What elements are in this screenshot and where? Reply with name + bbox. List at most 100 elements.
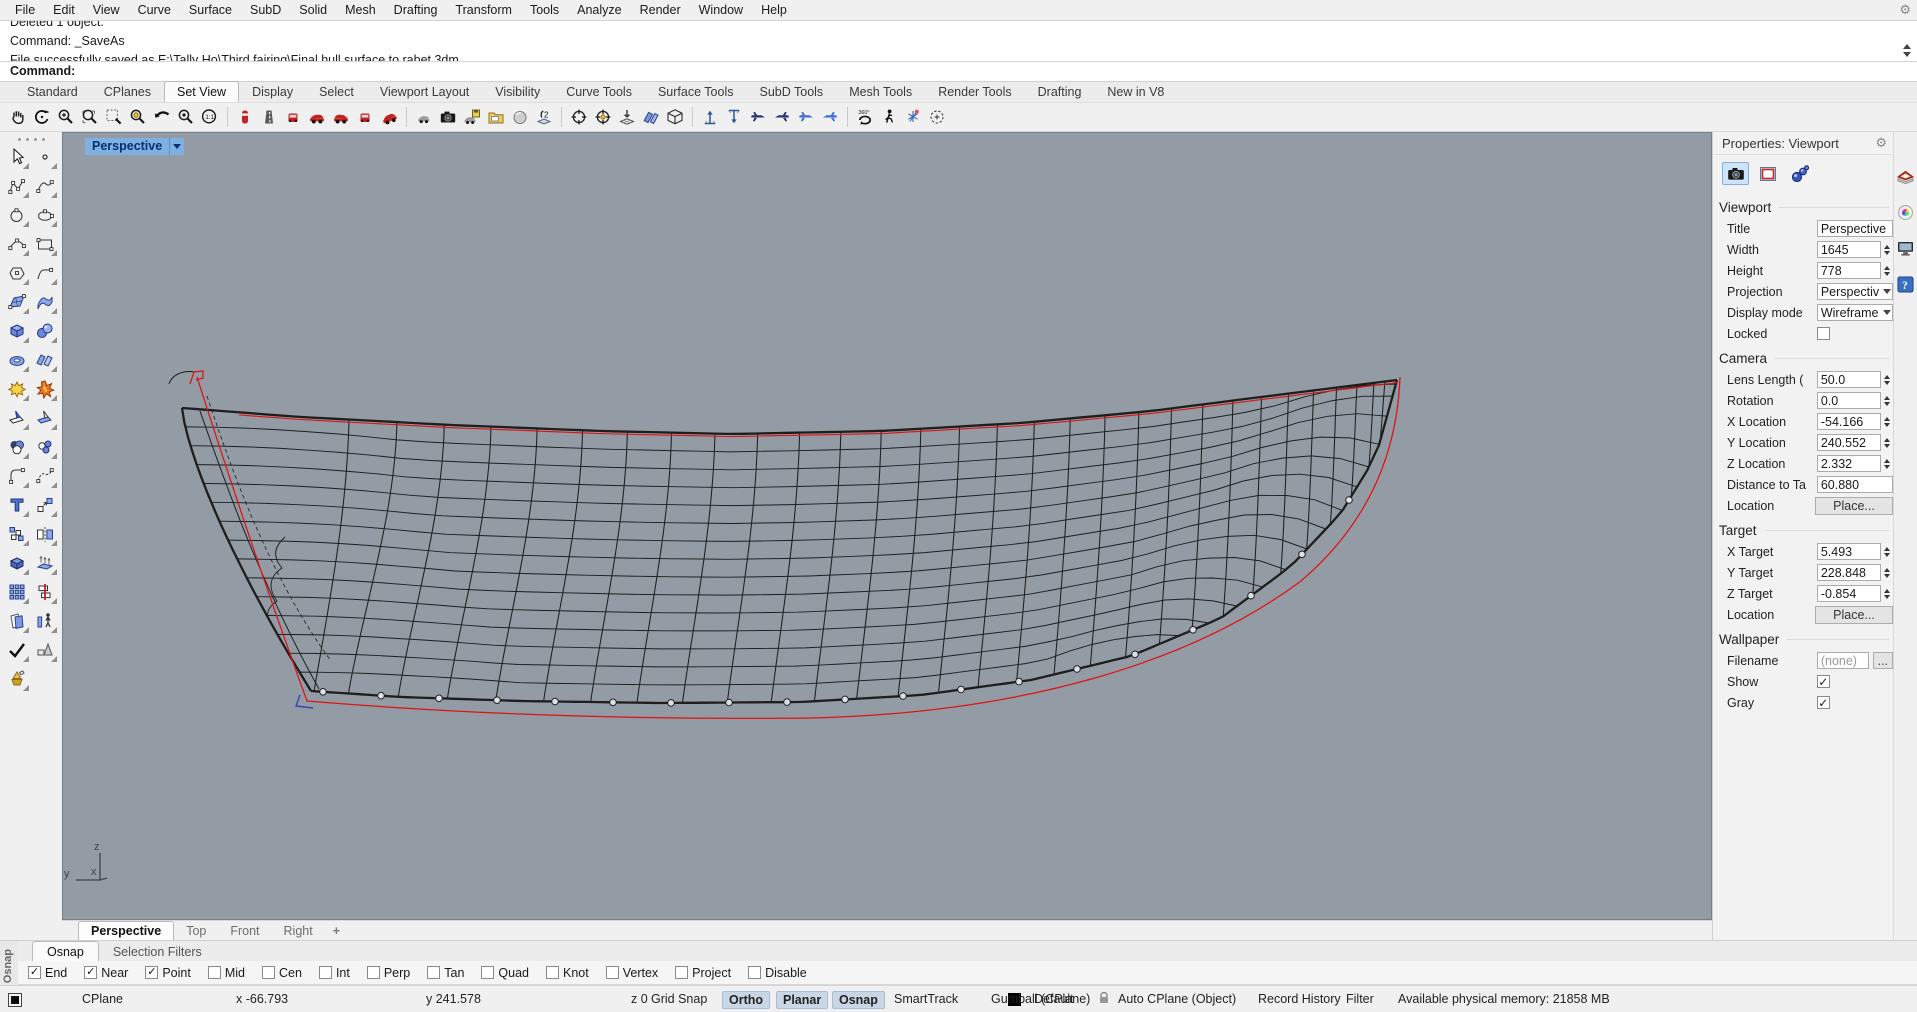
menu-window[interactable]: Window [690, 1, 752, 19]
elevation-up-icon[interactable] [698, 105, 722, 129]
chevron-down-icon[interactable] [1883, 310, 1891, 315]
menu-help[interactable]: Help [752, 1, 796, 19]
single-point-icon[interactable] [32, 143, 58, 170]
menu-file[interactable]: File [6, 1, 44, 19]
checkbox-icon[interactable] [262, 966, 275, 979]
checkbox-icon[interactable] [481, 966, 494, 979]
toolbar-tab-mesh-tools[interactable]: Mesh Tools [836, 81, 925, 102]
checkbox-icon[interactable] [208, 966, 221, 979]
viewport-title-dropdown[interactable]: Perspective [85, 138, 184, 155]
car-side-2-icon[interactable] [329, 105, 353, 129]
status-cplane[interactable]: CPlane [76, 991, 129, 1007]
place-target-icon[interactable] [615, 105, 639, 129]
turntable-360-icon[interactable]: 360° [853, 105, 877, 129]
menu-edit[interactable]: Edit [44, 1, 84, 19]
layer-color-swatch[interactable] [8, 993, 22, 1007]
toolbar-tab-cplanes[interactable]: CPlanes [91, 81, 164, 102]
prop-value-field[interactable]: 60.880 [1817, 476, 1893, 493]
menu-transform[interactable]: Transform [446, 1, 521, 19]
screen-tab-icon[interactable] [1896, 238, 1916, 258]
status-y-241-578[interactable]: y 241.578 [420, 991, 487, 1007]
osnap-cen[interactable]: Cen [262, 966, 302, 980]
menu-mesh[interactable]: Mesh [336, 1, 385, 19]
menu-render[interactable]: Render [631, 1, 690, 19]
plane-surface-icon[interactable] [32, 346, 58, 373]
spray-icon[interactable] [901, 105, 925, 129]
status-gumball-cplane[interactable]: Gumball (CPlane) [985, 991, 1096, 1007]
status-x-66-793[interactable]: x -66.793 [230, 991, 294, 1007]
status-record-history[interactable]: Record History [1252, 991, 1347, 1007]
spinner-control[interactable] [1880, 262, 1893, 279]
place-button[interactable]: Place... [1815, 497, 1893, 515]
osnap-near[interactable]: ✓Near [84, 966, 128, 980]
toolbar-tab-viewport-layout[interactable]: Viewport Layout [367, 81, 482, 102]
checkbox-icon[interactable]: ✓ [28, 966, 41, 979]
ellipse-icon[interactable] [32, 201, 58, 228]
polygon-icon[interactable] [4, 259, 30, 286]
camera-icon[interactable] [436, 105, 460, 129]
bottom-tab-selection-filters[interactable]: Selection Filters [99, 942, 216, 961]
plane-blue-1-icon[interactable] [794, 105, 818, 129]
car-side-1-icon[interactable] [305, 105, 329, 129]
box-icon[interactable] [4, 317, 30, 344]
camera-properties-icon[interactable] [1722, 162, 1749, 185]
car-small-icon[interactable] [412, 105, 436, 129]
car-back-icon[interactable] [281, 105, 305, 129]
torus-icon[interactable] [4, 346, 30, 373]
render-frame-icon[interactable] [1754, 162, 1781, 185]
checkbox-icon[interactable]: ✓ [145, 966, 158, 979]
toolbar-tab-standard[interactable]: Standard [14, 81, 91, 102]
curve-interp-icon[interactable] [32, 172, 58, 199]
menu-subd[interactable]: SubD [241, 1, 290, 19]
plane-blue-2-icon[interactable] [818, 105, 842, 129]
checkbox-locked[interactable] [1817, 327, 1830, 340]
road-icon[interactable] [257, 105, 281, 129]
toolbar-tab-surface-tools[interactable]: Surface Tools [645, 81, 747, 102]
menu-view[interactable]: View [84, 1, 129, 19]
toolbar-tab-render-tools[interactable]: Render Tools [925, 81, 1024, 102]
named-cplane-icon[interactable]: 2 [532, 105, 556, 129]
zoom-lens-icon[interactable] [174, 105, 198, 129]
toolbar-tab-display[interactable]: Display [239, 81, 306, 102]
target-icon[interactable] [567, 105, 591, 129]
viewport-title-chevron-icon[interactable] [169, 138, 184, 155]
zoom-window-icon[interactable] [78, 105, 102, 129]
split-icon[interactable] [32, 404, 58, 431]
help-tab-icon[interactable]: ? [1896, 274, 1916, 294]
material-spheres-icon[interactable] [1786, 162, 1813, 185]
osnap-disable[interactable]: Disable [748, 966, 807, 980]
toolbar-tab-visibility[interactable]: Visibility [482, 81, 553, 102]
solid-union-icon[interactable] [4, 549, 30, 576]
chevron-down-icon[interactable] [1883, 289, 1891, 294]
toolbar-gear-icon[interactable]: ⚙ [1899, 2, 1911, 18]
arc-icon[interactable] [4, 230, 30, 257]
trim-icon[interactable] [4, 404, 30, 431]
blend-curve-icon[interactable] [32, 462, 58, 489]
viewport-canvas[interactable]: Perspective zyx [62, 132, 1712, 920]
rectangle-icon[interactable] [32, 230, 58, 257]
extrude-surface-icon[interactable] [32, 549, 58, 576]
sidebar-grip[interactable] [0, 132, 62, 143]
move-icon[interactable] [32, 491, 58, 518]
properties-tab-icon[interactable] [1896, 166, 1916, 186]
spinner-control[interactable] [1880, 564, 1893, 581]
save-view-icon[interactable] [460, 105, 484, 129]
named-views-folder-icon[interactable] [484, 105, 508, 129]
checkbox-icon[interactable] [319, 966, 332, 979]
spinner-control[interactable] [1880, 543, 1893, 560]
walkabout-icon[interactable] [877, 105, 901, 129]
display-tab-icon[interactable] [1896, 202, 1916, 222]
menu-solid[interactable]: Solid [290, 1, 336, 19]
osnap-tan[interactable]: Tan [427, 966, 464, 980]
plane-dark-1-icon[interactable] [746, 105, 770, 129]
osnap-project[interactable]: Project [675, 966, 731, 980]
place-button[interactable]: Place... [1815, 606, 1893, 624]
toolbar-tab-curve-tools[interactable]: Curve Tools [553, 81, 645, 102]
toolbar-tab-drafting[interactable]: Drafting [1025, 81, 1095, 102]
checkbox-show[interactable]: ✓ [1817, 675, 1830, 688]
cplane-panels-icon[interactable] [639, 105, 663, 129]
explode-star-icon[interactable] [4, 375, 30, 402]
wire-box-icon[interactable] [663, 105, 687, 129]
status-osnap[interactable]: Osnap [832, 991, 885, 1009]
osnap-end[interactable]: ✓End [28, 966, 67, 980]
